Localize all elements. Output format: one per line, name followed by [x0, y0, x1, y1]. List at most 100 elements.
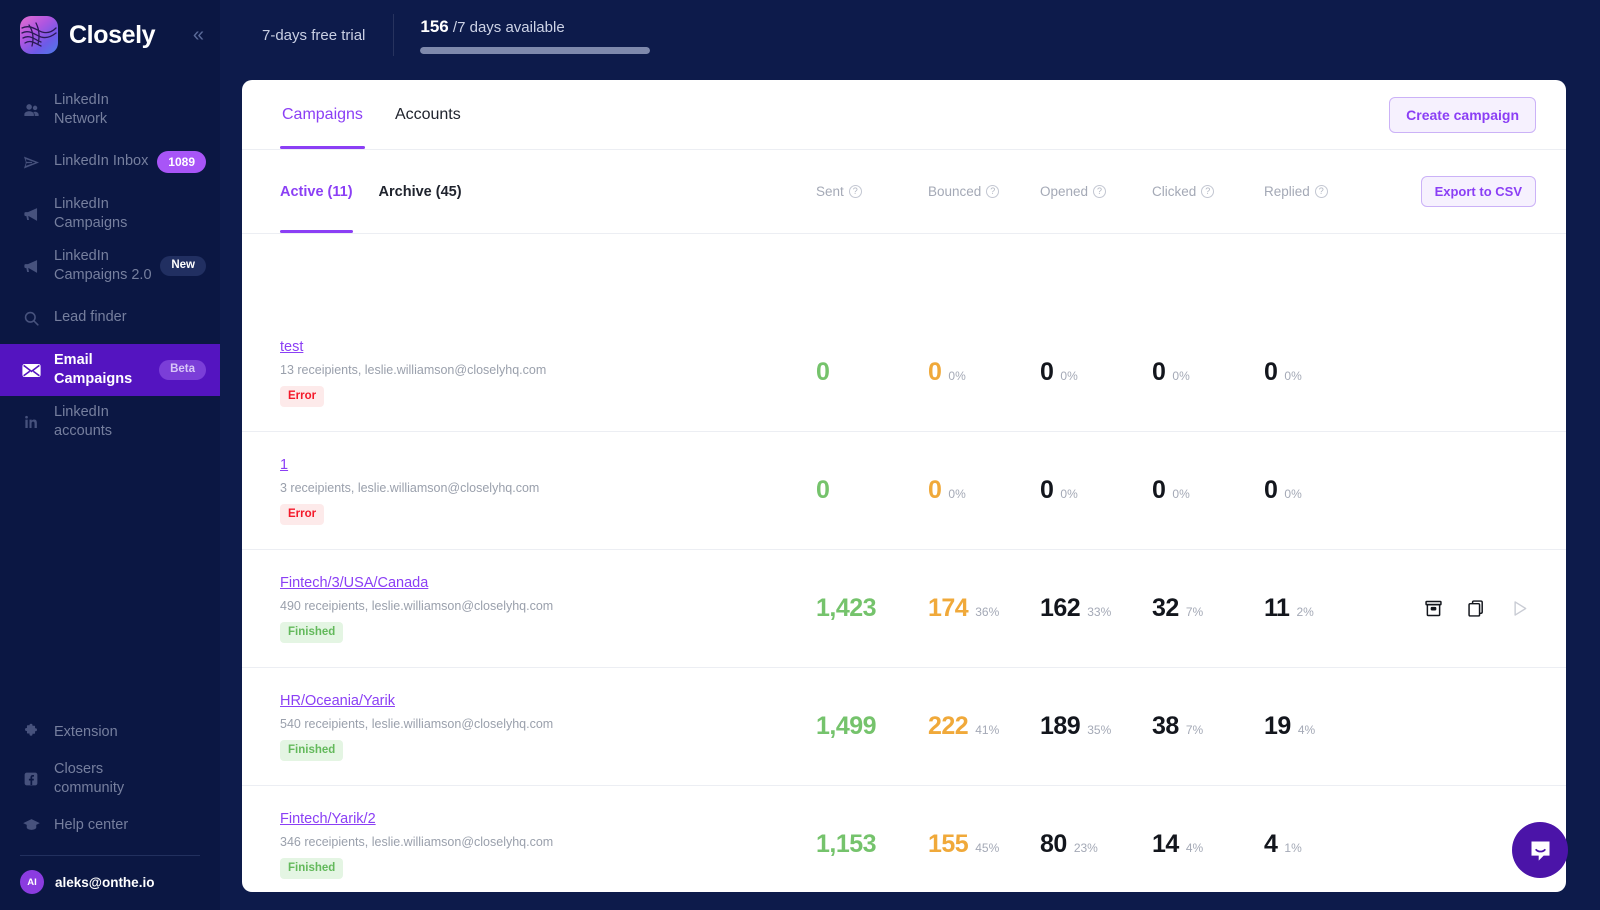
- help-icon[interactable]: ?: [986, 185, 1000, 198]
- play-icon[interactable]: [1509, 598, 1530, 619]
- sidebar-item-label: LinkedIn Campaigns: [54, 195, 128, 231]
- campaign-name-link[interactable]: test: [280, 339, 303, 355]
- metric-clicked: 14 4%: [1152, 830, 1264, 859]
- sidebar-item-closers-community[interactable]: Closers community: [0, 754, 220, 804]
- row-metrics: 1,423 174 36% 162 33% 32 7% 11 2%: [816, 594, 1536, 623]
- metric-percent: 35%: [1087, 723, 1112, 737]
- sidebar-item-label: Extension: [54, 723, 118, 740]
- metric-opened: 162 33%: [1040, 594, 1152, 623]
- metric-percent: 0%: [1172, 487, 1190, 501]
- sidebar-item-linkedin-campaigns-2[interactable]: LinkedIn Campaigns 2.0 New: [0, 240, 220, 292]
- table-row[interactable]: test 13 receipients, leslie.williamson@cl…: [242, 314, 1566, 432]
- sidebar-item-linkedin-network[interactable]: LinkedIn Network: [0, 84, 220, 136]
- metric-percent: 1%: [1284, 841, 1302, 855]
- column-header-opened[interactable]: Opened ?: [1040, 184, 1152, 199]
- trial-label: 7-days free trial: [262, 26, 366, 44]
- status-subtabs: Active (11) Archive (45): [280, 150, 488, 233]
- create-campaign-button[interactable]: Create campaign: [1389, 96, 1536, 133]
- metric-percent: 0%: [1060, 487, 1078, 501]
- main-tabs: Campaigns Accounts: [280, 80, 491, 149]
- help-icon[interactable]: ?: [848, 185, 862, 198]
- tab-accounts[interactable]: Accounts: [393, 80, 463, 149]
- metric-value: 0: [1152, 476, 1166, 504]
- table-row[interactable]: HR/Oceania/Yarik 540 receipients, leslie.…: [242, 668, 1566, 786]
- sidebar-item-lead-finder[interactable]: Lead finder: [0, 292, 220, 344]
- metric-value: 0: [1040, 358, 1054, 386]
- metric-percent: 7%: [1185, 723, 1204, 737]
- campaign-name-link[interactable]: Fintech/3/USA/Canada: [280, 575, 428, 591]
- sidebar-item-linkedin-inbox[interactable]: LinkedIn Inbox 1089: [0, 136, 220, 188]
- campaign-rows: test 1 3 receipients, leslie.williamson@cl…: [242, 314, 1566, 892]
- campaign-name-link[interactable]: HR/Oceania/Yarik: [280, 693, 395, 709]
- column-headers: Sent ? Bounced ? Opened ? Clicked ? Repl…: [816, 176, 1536, 207]
- metric-opened: 0 0%: [1040, 476, 1152, 505]
- column-header-replied[interactable]: Replied ?: [1264, 184, 1376, 199]
- graduation-cap-icon: [20, 816, 42, 835]
- tab-campaigns[interactable]: Campaigns: [280, 80, 365, 149]
- status-badge: Error: [280, 504, 325, 525]
- metric-percent: 0%: [1284, 369, 1302, 383]
- metric-replied: 11 2%: [1264, 594, 1376, 623]
- metric-sent: 1,423: [816, 594, 928, 623]
- help-icon[interactable]: ?: [1093, 185, 1107, 198]
- metric-value: 4: [1264, 830, 1278, 858]
- duplicate-icon[interactable]: [1466, 598, 1487, 619]
- column-header-bounced[interactable]: Bounced ?: [928, 184, 1040, 199]
- app-root: Closely « LinkedIn Network LinkedIn Inbo…: [0, 0, 1600, 910]
- export-wrapper: Export to CSV: [1376, 176, 1536, 207]
- table-row[interactable]: Fintech/3/USA/Canada 490 receipients, les…: [242, 550, 1566, 668]
- column-label: Bounced: [928, 184, 982, 199]
- column-header-clicked[interactable]: Clicked ?: [1152, 184, 1264, 199]
- table-row[interactable]: Fintech/Yarik/2 346 receipients, leslie.w…: [242, 786, 1566, 892]
- sidebar-item-label: LinkedIn Network: [54, 91, 109, 127]
- metric-percent: 41%: [975, 723, 1000, 737]
- intercom-chat-button[interactable]: [1512, 822, 1568, 878]
- top-bar: 7-days free trial 156 /7 days available: [220, 0, 1600, 70]
- brand-header: Closely «: [0, 0, 220, 70]
- status-badge: Finished: [280, 858, 344, 879]
- campaign-name-link[interactable]: 1: [280, 457, 288, 473]
- sidebar-item-extension[interactable]: Extension: [0, 711, 220, 754]
- linkedin-icon: [20, 413, 42, 431]
- subtab-active[interactable]: Active (11): [280, 150, 353, 233]
- metric-percent: 4%: [1185, 841, 1204, 855]
- help-icon[interactable]: ?: [1314, 185, 1328, 198]
- metric-replied: 0 0%: [1264, 358, 1376, 387]
- metric-value: 222: [928, 712, 969, 740]
- sidebar-item-help-center[interactable]: Help center: [0, 804, 220, 847]
- metric-value: 0: [1040, 476, 1054, 504]
- metric-value: 11: [1264, 594, 1290, 622]
- sidebar-nav: LinkedIn Network LinkedIn Inbox 1089 Lin…: [0, 84, 220, 448]
- send-icon: [20, 153, 42, 172]
- metric-clicked: 38 7%: [1152, 712, 1264, 741]
- campaign-name-link[interactable]: Fintech/Yarik/2: [280, 811, 376, 827]
- quota-block: 156 /7 days available: [420, 17, 651, 54]
- sidebar-item-email-campaigns[interactable]: Email Campaigns Beta: [0, 344, 220, 396]
- metric-percent: 33%: [1087, 605, 1112, 619]
- metric-percent: 2%: [1296, 605, 1314, 619]
- sidebar-item-label: Closers community: [54, 760, 125, 796]
- metric-value: 80: [1040, 830, 1067, 858]
- avatar: AI: [20, 870, 44, 894]
- table-row[interactable]: 1 3 receipients, leslie.williamson@closel…: [242, 432, 1566, 550]
- campaign-recipients: 490 receipients, leslie.williamson@close…: [280, 599, 554, 614]
- subtab-archive[interactable]: Archive (45): [379, 150, 462, 233]
- sidebar-collapse-button[interactable]: «: [191, 21, 206, 49]
- closely-logo-icon: [20, 16, 58, 54]
- sidebar-item-linkedin-campaigns[interactable]: LinkedIn Campaigns: [0, 188, 220, 240]
- row-metrics: 0 0 0% 0 0% 0 0% 0 0%: [816, 476, 1536, 505]
- quota-suffix: /7 days available: [452, 18, 565, 36]
- row-info: 1 3 receipients, leslie.williamson@closel…: [280, 456, 610, 525]
- metric-value: 32: [1152, 594, 1179, 622]
- metric-percent: 0%: [1172, 369, 1190, 383]
- metric-opened: 0 0%: [1040, 358, 1152, 387]
- export-to-csv-button[interactable]: Export to CSV: [1420, 176, 1536, 207]
- row-info: Fintech/3/USA/Canada 490 receipients, les…: [280, 574, 610, 643]
- column-label: Sent: [816, 184, 844, 199]
- metric-bounced: 155 45%: [928, 830, 1040, 859]
- help-icon[interactable]: ?: [1201, 185, 1215, 198]
- archive-icon[interactable]: [1423, 598, 1444, 619]
- column-header-sent[interactable]: Sent ?: [816, 184, 928, 199]
- sidebar-user-row[interactable]: AI aleks@onthe.io: [0, 866, 220, 894]
- sidebar-item-linkedin-accounts[interactable]: LinkedIn accounts: [0, 396, 220, 448]
